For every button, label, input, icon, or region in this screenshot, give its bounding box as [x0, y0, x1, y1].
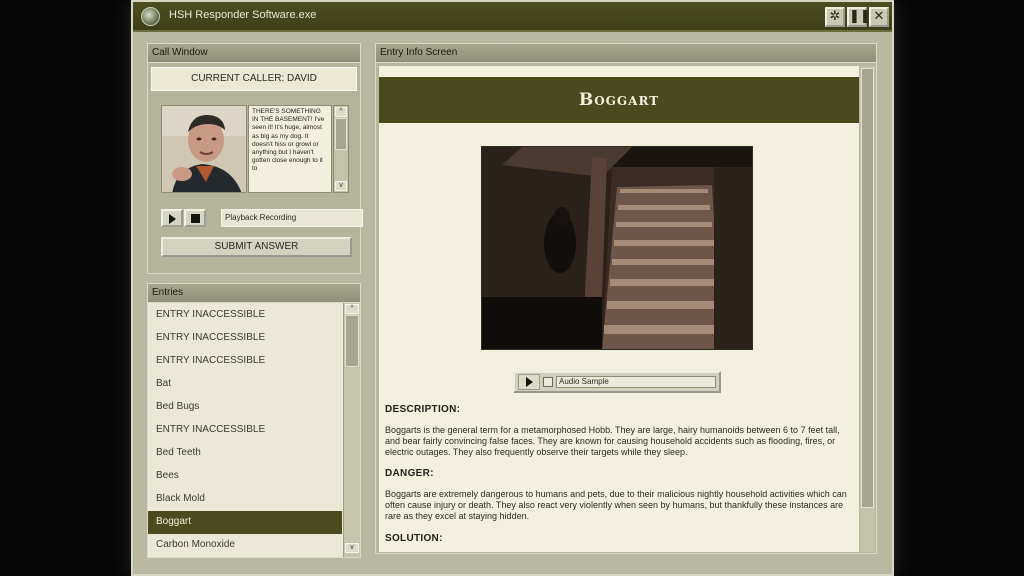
- app-window: HSH Responder Software.exe ✲ ❚❚ ✕ Call W…: [131, 0, 894, 576]
- current-caller-label: CURRENT CALLER: DAVID: [151, 67, 357, 91]
- scroll-down-arrow-icon[interactable]: v: [345, 543, 359, 553]
- list-item[interactable]: ENTRY INACCESSIBLE: [148, 350, 342, 373]
- entries-header: Entries: [147, 283, 361, 303]
- list-item[interactable]: Bed Bugs: [148, 396, 342, 419]
- scroll-up-arrow-icon[interactable]: ^: [345, 304, 359, 314]
- transcript-scroll-thumb[interactable]: [335, 118, 347, 150]
- transcript-scrollbar[interactable]: ^ v: [333, 105, 349, 193]
- staircase-image: [482, 147, 752, 349]
- list-item[interactable]: Bed Teeth: [148, 442, 342, 465]
- entry-info-panel: Boggart Audio Sample DESCRIPTION: Boggar…: [375, 62, 877, 554]
- list-item[interactable]: Black Mold: [148, 488, 342, 511]
- list-item[interactable]: ENTRY INACCESSIBLE: [148, 327, 342, 350]
- stop-recording-button[interactable]: [184, 209, 206, 227]
- entry-photo: [481, 146, 753, 350]
- caller-portrait-image: [162, 106, 246, 192]
- info-scrollbar[interactable]: [860, 66, 875, 552]
- description-text: Boggarts is the general term for a metam…: [385, 425, 840, 457]
- play-icon: [526, 377, 533, 387]
- audio-sample-field: Audio Sample: [556, 376, 716, 388]
- stop-icon: [191, 214, 200, 223]
- entries-list: ENTRY INACCESSIBLE ENTRY INACCESSIBLE EN…: [147, 302, 361, 558]
- play-icon: [169, 214, 176, 224]
- call-window-panel: CURRENT CALLER: DAVID THERE'S SOMETHING …: [147, 62, 363, 274]
- danger-text: Boggarts are extremely dangerous to huma…: [385, 489, 847, 521]
- entries-scrollbar[interactable]: ^ v: [343, 303, 360, 557]
- entry-title-band: Boggart: [379, 77, 859, 123]
- audio-sample-bar: Audio Sample: [513, 371, 721, 393]
- pause-icon: ❚❚: [849, 9, 871, 24]
- list-item[interactable]: ENTRY INACCESSIBLE: [148, 419, 342, 442]
- entry-info-header: Entry Info Screen: [375, 43, 877, 63]
- list-item[interactable]: ENTRY INACCESSIBLE: [148, 304, 342, 327]
- info-scroll-thumb[interactable]: [861, 68, 874, 508]
- call-window-header: Call Window: [147, 43, 361, 63]
- audio-checkbox[interactable]: [543, 377, 553, 387]
- app-icon: [141, 7, 160, 26]
- entries-scroll-thumb[interactable]: [345, 315, 359, 367]
- caller-transcript: THERE'S SOMETHING IN THE BASEMENT! I've …: [248, 105, 332, 193]
- entry-info-page: Boggart Audio Sample DESCRIPTION: Boggar…: [379, 66, 859, 552]
- window-title: HSH Responder Software.exe: [169, 9, 317, 21]
- list-item[interactable]: Bees: [148, 465, 342, 488]
- audio-play-button[interactable]: [518, 374, 540, 390]
- title-bar[interactable]: HSH Responder Software.exe ✲ ❚❚ ✕: [133, 2, 892, 32]
- scroll-down-arrow-icon[interactable]: v: [335, 181, 347, 191]
- settings-icon: ✲: [829, 9, 841, 24]
- list-item-selected[interactable]: Boggart: [148, 511, 342, 534]
- close-button[interactable]: ✕: [869, 7, 889, 27]
- solution-heading: SOLUTION:: [385, 533, 443, 544]
- play-recording-button[interactable]: [161, 209, 183, 227]
- list-item[interactable]: Carbon Monoxide: [148, 534, 342, 557]
- list-item[interactable]: Bat: [148, 373, 342, 396]
- danger-heading: DANGER:: [385, 468, 434, 479]
- settings-button[interactable]: ✲: [825, 7, 845, 27]
- playback-recording-field: Playback Recording: [221, 209, 363, 227]
- pause-button[interactable]: ❚❚: [847, 7, 871, 27]
- close-icon: ✕: [873, 9, 885, 24]
- entry-title: Boggart: [578, 90, 660, 110]
- description-heading: DESCRIPTION:: [385, 404, 461, 415]
- submit-answer-button[interactable]: SUBMIT ANSWER: [161, 237, 352, 257]
- caller-portrait: [161, 105, 247, 193]
- scroll-up-arrow-icon[interactable]: ^: [335, 107, 347, 117]
